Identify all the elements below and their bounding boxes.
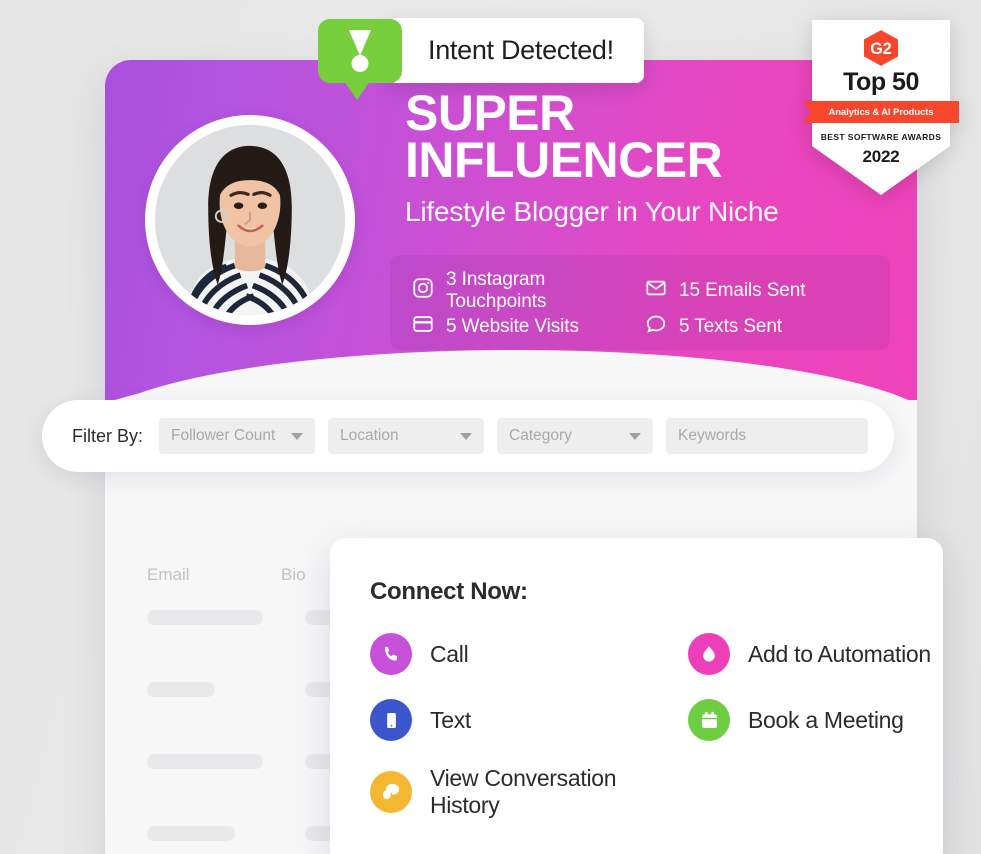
- browser-icon: [412, 313, 434, 341]
- exclamation-mark: [347, 29, 373, 72]
- svg-text:G2: G2: [870, 40, 892, 58]
- connect-action-label: View Conversation History: [430, 765, 617, 818]
- column-header-email: Email: [147, 565, 190, 584]
- connect-now-panel: Connect Now: Call Add to Automation Text Bo…: [330, 538, 943, 854]
- calendar-icon: [688, 699, 730, 741]
- envelope-icon: [645, 277, 667, 305]
- filter-dropdown-category[interactable]: Category: [497, 418, 654, 454]
- exclamation-pin-icon: [318, 18, 402, 100]
- stat-label: 5 Texts Sent: [679, 316, 783, 337]
- stat-texts-sent: 5 Texts Sent: [645, 313, 868, 341]
- connect-action-add-to-automation[interactable]: Add to Automation: [688, 633, 943, 675]
- phone-icon: [370, 633, 412, 675]
- intent-detected-badge: Intent Detected!: [318, 18, 644, 100]
- g2-award-badge: G2 Top 50 Analytics & AI Products BEST S…: [803, 20, 959, 195]
- connect-action-view-conversation-history[interactable]: View Conversation History: [370, 765, 688, 819]
- connect-action-label: Book a Meeting: [748, 706, 904, 733]
- connect-now-title: Connect Now:: [370, 578, 528, 605]
- filter-bar: Filter By: Follower Count Location Categ…: [42, 400, 894, 472]
- chevron-down-icon: [291, 432, 304, 440]
- instagram-icon: [412, 277, 434, 305]
- filter-dropdown-follower-count[interactable]: Follower Count: [159, 418, 316, 454]
- keywords-input[interactable]: Keywords: [678, 427, 746, 445]
- stat-website-visits: 5 Website Visits: [412, 313, 635, 341]
- g2-ribbon-text: Analytics & AI Products: [828, 106, 934, 118]
- connect-action-call[interactable]: Call: [370, 633, 688, 675]
- engagement-stats-panel: 3 Instagram Touchpoints 15 Emails Sent 5…: [390, 255, 890, 350]
- filter-dropdown-label: Location: [340, 427, 399, 444]
- g2-year-text: 2022: [862, 147, 900, 166]
- connect-action-text[interactable]: Text: [370, 699, 688, 741]
- connect-action-book-a-meeting[interactable]: Book a Meeting: [688, 699, 943, 741]
- intent-detected-label: Intent Detected!: [388, 18, 644, 83]
- connect-action-label: Call: [430, 640, 469, 667]
- filter-by-label: Filter By:: [72, 425, 144, 446]
- stat-label: 5 Website Visits: [446, 316, 579, 337]
- keywords-input-wrap[interactable]: Keywords: [666, 418, 869, 454]
- skeleton-bar: [147, 826, 235, 841]
- connect-action-label: Text: [430, 706, 471, 733]
- droplet-icon: [688, 633, 730, 675]
- g2-awards-text: BEST SOFTWARE AWARDS: [820, 132, 942, 142]
- g2-ribbon: Analytics & AI Products: [803, 101, 959, 123]
- filter-dropdown-label: Follower Count: [171, 427, 276, 444]
- stat-instagram-touchpoints: 3 Instagram Touchpoints: [412, 269, 635, 313]
- filter-dropdown-location[interactable]: Location: [328, 418, 485, 454]
- g2-rank-text: Top 50: [843, 68, 919, 96]
- skeleton-bar: [147, 754, 263, 769]
- stat-emails-sent: 15 Emails Sent: [645, 269, 868, 313]
- chevron-down-icon: [629, 432, 642, 440]
- stat-label: 3 Instagram Touchpoints: [446, 269, 547, 312]
- profile-photo: [155, 125, 345, 315]
- profile-hero-banner: SUPER INFLUENCER Lifestyle Blogger in Yo…: [105, 60, 917, 448]
- filter-dropdown-label: Category: [509, 427, 572, 444]
- chat-bubbles-icon: [370, 771, 412, 813]
- skeleton-bar: [147, 682, 215, 697]
- connect-now-actions: Call Add to Automation Text Book a Meeting V…: [370, 633, 943, 819]
- mobile-phone-icon: [370, 699, 412, 741]
- skeleton-bar: [147, 610, 263, 625]
- stat-label: 15 Emails Sent: [679, 280, 806, 301]
- chevron-down-icon: [460, 432, 473, 440]
- hero-subtitle: Lifestyle Blogger in Your Niche: [405, 196, 779, 227]
- chat-bubble-icon: [645, 313, 667, 341]
- g2-logo-icon: G2: [864, 30, 898, 66]
- avatar: [145, 115, 355, 325]
- connect-action-label: Add to Automation: [748, 640, 931, 667]
